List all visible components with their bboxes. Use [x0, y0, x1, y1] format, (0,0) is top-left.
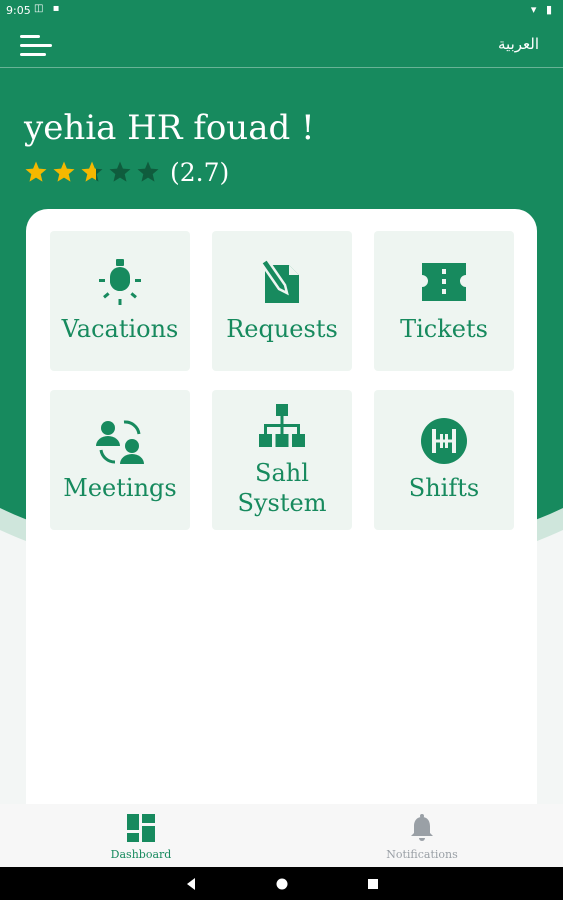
nav-dashboard-label: Dashboard — [110, 848, 172, 861]
bell-icon — [411, 814, 433, 841]
menu-icon — [20, 35, 40, 38]
dashboard-card: Vacations Requests Tickets Meetings Sahl… — [26, 209, 537, 809]
recents-icon[interactable] — [366, 877, 380, 891]
back-icon[interactable] — [184, 877, 198, 891]
status-notification-icons: ◫ ▪ — [34, 3, 63, 14]
status-bar: 9:05 ◫ ▪ ▾ ▮ — [0, 0, 563, 22]
meeting-people-icon — [96, 420, 144, 464]
star-empty-icon — [137, 161, 159, 182]
status-wifi-battery-icon: ▾ ▮ — [530, 3, 555, 16]
org-chart-icon — [259, 404, 305, 447]
ticket-icon — [422, 263, 466, 301]
tile-label-line1: Sahl — [255, 459, 309, 487]
language-toggle[interactable]: العربية — [498, 35, 539, 53]
header-divider — [0, 67, 563, 68]
edit-document-icon — [259, 257, 299, 303]
star-empty-icon — [109, 161, 131, 182]
rating-value: (2.7) — [170, 157, 230, 187]
dashboard-icon — [127, 814, 155, 842]
tile-vacations[interactable]: Vacations — [50, 231, 190, 371]
bottom-navigation: Dashboard Notifications — [0, 804, 563, 867]
tile-label: Requests — [226, 315, 338, 343]
star-icon — [53, 161, 75, 182]
nav-notifications-label: Notifications — [386, 848, 458, 861]
status-time: 9:05 — [6, 4, 31, 17]
user-greeting: yehia HR fouad ! — [24, 108, 315, 148]
tile-requests[interactable]: Requests — [212, 231, 352, 371]
menu-icon-line — [20, 44, 52, 47]
tile-tickets[interactable]: Tickets — [374, 231, 514, 371]
menu-icon-line — [20, 53, 46, 56]
tile-label: Shifts — [408, 474, 480, 502]
tile-meetings[interactable]: Meetings — [50, 390, 190, 530]
rating-stars: (2.7) — [24, 157, 229, 187]
menu-button[interactable] — [20, 33, 54, 59]
star-icon — [25, 161, 47, 182]
nav-dashboard[interactable]: Dashboard — [61, 804, 221, 867]
system-navigation-bar — [0, 867, 563, 900]
tile-label: Vacations — [61, 315, 179, 343]
tile-label: Tickets — [400, 315, 488, 343]
tile-label: Meetings — [63, 474, 177, 502]
home-icon[interactable] — [275, 877, 289, 891]
shifts-icon — [421, 418, 467, 464]
star-half-icon — [81, 161, 103, 182]
nav-notifications[interactable]: Notifications — [342, 804, 502, 867]
lightbulb-icon — [99, 259, 141, 305]
tile-sahl-system[interactable]: Sahl System — [212, 390, 352, 530]
tile-label-line2: System — [237, 489, 327, 517]
tile-shifts[interactable]: Shifts — [374, 390, 514, 530]
